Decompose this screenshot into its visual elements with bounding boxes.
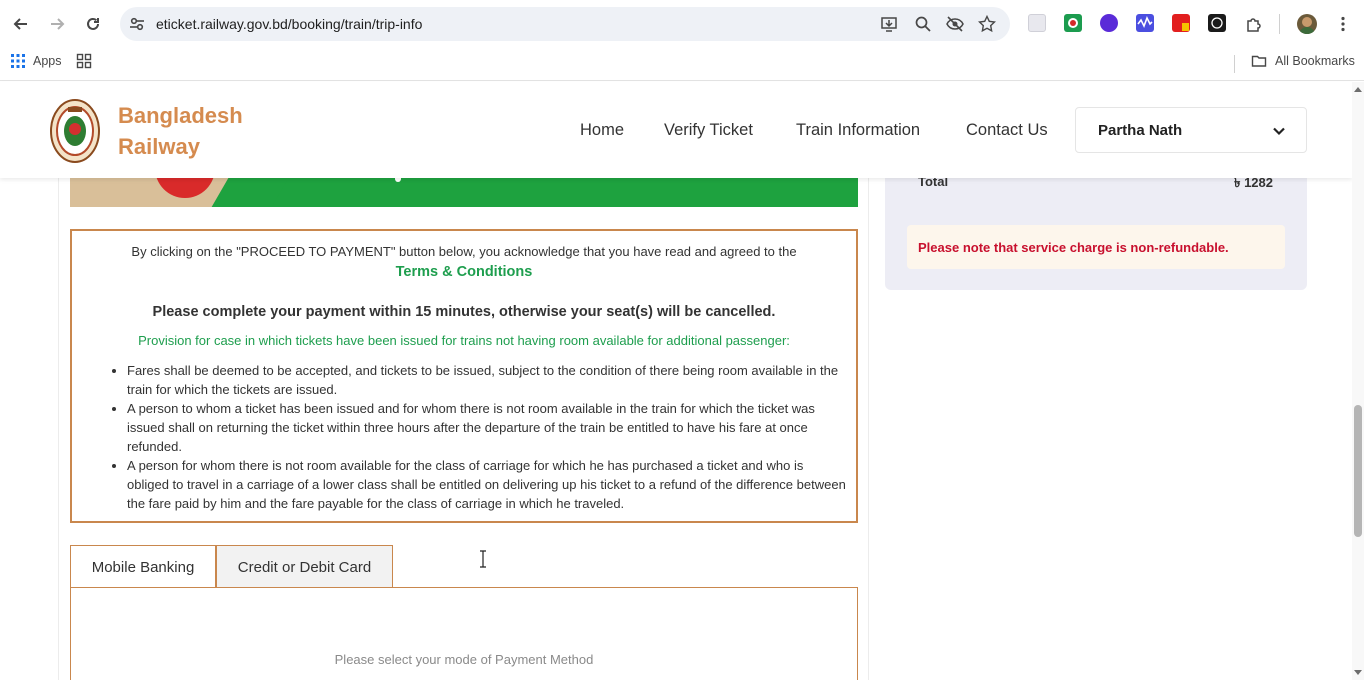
user-name: Partha Nath xyxy=(1098,122,1183,139)
banner-image xyxy=(70,178,858,207)
reload-icon[interactable] xyxy=(81,12,105,36)
scroll-up-arrow[interactable] xyxy=(1354,87,1362,92)
brand-name[interactable]: Bangladesh Railway xyxy=(118,100,243,162)
site-settings-icon[interactable] xyxy=(128,15,146,33)
menu-kebab-icon[interactable] xyxy=(1331,12,1355,36)
brand-line-2: Railway xyxy=(118,134,200,159)
extension-icon[interactable] xyxy=(1136,14,1154,32)
divider xyxy=(1234,55,1235,73)
text-cursor-icon xyxy=(480,550,486,568)
url-text[interactable]: eticket.railway.gov.bd/booking/train/tri… xyxy=(156,16,422,32)
eye-off-icon[interactable] xyxy=(946,15,964,33)
extension-icon[interactable] xyxy=(1100,14,1118,32)
bookmark-star-icon[interactable] xyxy=(978,15,996,33)
payment-time-warning: Please complete your payment within 15 m… xyxy=(152,304,776,320)
extension-icon[interactable] xyxy=(1028,14,1046,32)
chevron-down-icon xyxy=(1273,127,1285,136)
rules-list: Fares shall be deemed to be accepted, an… xyxy=(127,361,847,513)
install-app-icon[interactable] xyxy=(880,15,898,33)
payment-method-hint: Please select your mode of Payment Metho… xyxy=(334,652,594,667)
apps-grid-icon[interactable] xyxy=(11,54,25,68)
terms-conditions-link[interactable]: Terms & Conditions xyxy=(72,264,856,280)
zoom-icon[interactable] xyxy=(914,15,932,33)
extension-icon[interactable] xyxy=(1172,14,1190,32)
terms-intro-text: By clicking on the "PROCEED TO PAYMENT" … xyxy=(131,244,797,259)
scroll-down-arrow[interactable] xyxy=(1354,670,1362,675)
folder-icon[interactable] xyxy=(1251,53,1267,69)
tab-credit-debit-card[interactable]: Credit or Debit Card xyxy=(216,545,393,588)
tab-groups-icon[interactable] xyxy=(76,53,92,69)
bangladesh-railway-logo[interactable] xyxy=(50,99,100,163)
apps-bookmark[interactable]: Apps xyxy=(33,54,62,68)
tab-mobile-banking[interactable]: Mobile Banking xyxy=(70,545,216,588)
all-bookmarks[interactable]: All Bookmarks xyxy=(1275,54,1355,68)
nav-verify-ticket[interactable]: Verify Ticket xyxy=(664,121,753,140)
extensions-puzzle-icon[interactable] xyxy=(1242,12,1266,36)
profile-avatar[interactable] xyxy=(1297,14,1317,34)
browser-toolbar: eticket.railway.gov.bd/booking/train/tri… xyxy=(0,0,1364,48)
address-bar[interactable]: eticket.railway.gov.bd/booking/train/tri… xyxy=(120,7,1010,41)
brand-line-1: Bangladesh xyxy=(118,103,243,128)
back-icon[interactable] xyxy=(9,12,33,36)
nav-train-information[interactable]: Train Information xyxy=(796,121,920,140)
user-menu-button[interactable]: Partha Nath xyxy=(1075,107,1307,153)
list-item: Fares shall be deemed to be accepted, an… xyxy=(127,361,847,399)
terms-box: By clicking on the "PROCEED TO PAYMENT" … xyxy=(70,229,858,523)
divider xyxy=(1279,14,1280,34)
list-item: A person to whom a ticket has been issue… xyxy=(127,399,847,456)
bookmarks-bar: Apps All Bookmarks xyxy=(0,48,1364,81)
nav-home[interactable]: Home xyxy=(580,121,624,140)
page-scrollbar[interactable] xyxy=(1352,82,1364,680)
nav-contact-us[interactable]: Contact Us xyxy=(966,121,1048,140)
forward-icon[interactable] xyxy=(45,12,69,36)
refund-note-text: Please note that service charge is non-r… xyxy=(918,240,1229,255)
provision-heading: Provision for case in which tickets have… xyxy=(138,333,790,348)
extension-icon[interactable] xyxy=(1208,14,1226,32)
list-item: A person for whom there is not room avai… xyxy=(127,456,847,513)
site-header: Bangladesh Railway Home Verify Ticket Tr… xyxy=(0,82,1352,178)
payment-method-panel: Please select your mode of Payment Metho… xyxy=(70,587,858,680)
refund-note: Please note that service charge is non-r… xyxy=(907,225,1285,269)
extension-icon[interactable] xyxy=(1064,14,1082,32)
scroll-thumb[interactable] xyxy=(1354,405,1362,537)
